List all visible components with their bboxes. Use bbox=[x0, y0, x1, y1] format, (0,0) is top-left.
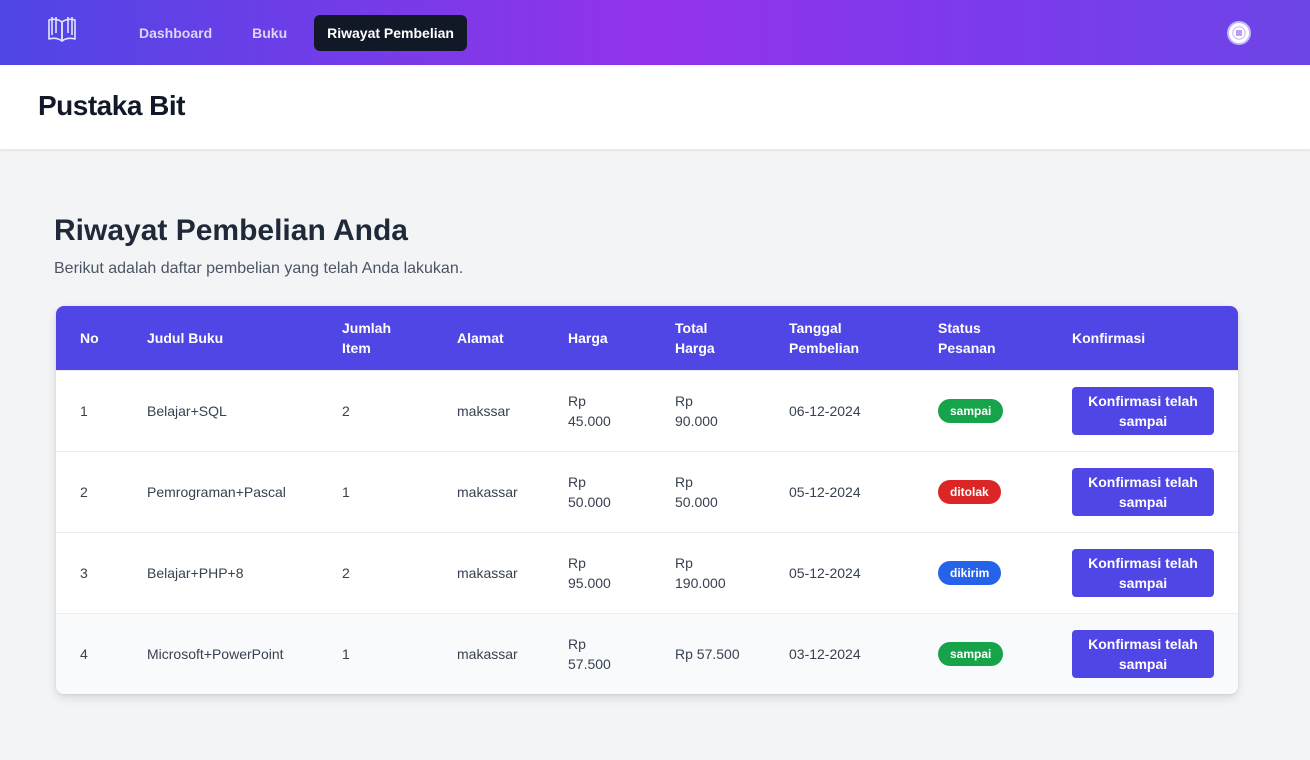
status-cell: sampai bbox=[914, 613, 1048, 694]
total-price: Rp 57.500 bbox=[675, 645, 740, 662]
row-number: 4 bbox=[80, 645, 88, 662]
column-header-status-pesanan: Status Pesanan bbox=[938, 319, 996, 356]
open-book-icon[interactable] bbox=[46, 15, 78, 45]
action-cell: Konfirmasi telah sampai bbox=[1048, 532, 1238, 613]
price: Rp 95.000 bbox=[568, 554, 611, 591]
row-number: 3 bbox=[80, 564, 88, 581]
address: makassar bbox=[457, 564, 518, 581]
action-cell: Konfirmasi telah sampai bbox=[1048, 370, 1238, 451]
action-cell: Konfirmasi telah sampai bbox=[1048, 451, 1238, 532]
nav-links: Dashboard Buku Riwayat Pembelian bbox=[126, 15, 481, 51]
total-price: Rp 50.000 bbox=[675, 473, 718, 510]
column-header-judul-buku: Judul Buku bbox=[147, 329, 224, 346]
nav-item-riwayat-pembelian[interactable]: Riwayat Pembelian bbox=[314, 15, 467, 51]
status-badge: sampai bbox=[938, 398, 1004, 423]
item-quantity: 1 bbox=[342, 645, 350, 662]
total-price: Rp 190.000 bbox=[675, 554, 726, 591]
table-row: 1 Belajar+SQL 2 makssar Rp 45.000 Rp 90.000 06-1… bbox=[56, 370, 1238, 451]
column-header-total-harga: Total Harga bbox=[675, 319, 715, 356]
column-header-konfirmasi: Konfirmasi bbox=[1072, 329, 1146, 346]
top-navbar: Dashboard Buku Riwayat Pembelian bbox=[0, 0, 1310, 65]
page-title: Riwayat Pembelian Anda bbox=[54, 214, 408, 247]
status-badge: sampai bbox=[938, 641, 1004, 666]
row-number: 2 bbox=[80, 483, 88, 500]
table-body: 1 Belajar+SQL 2 makssar Rp 45.000 Rp 90.000 06-1… bbox=[56, 370, 1238, 694]
book-title: Pemrograman+Pascal bbox=[147, 483, 286, 500]
price: Rp 57.500 bbox=[568, 635, 611, 672]
purchase-date: 05-12-2024 bbox=[789, 564, 861, 581]
column-header-no: No bbox=[80, 329, 99, 346]
status-badge: ditolak bbox=[938, 479, 1001, 504]
status-badge: dikirim bbox=[938, 560, 1002, 585]
address: makssar bbox=[457, 402, 510, 419]
purchase-date: 05-12-2024 bbox=[789, 483, 861, 500]
purchase-history-table: No Judul Buku Jumlah Item Alamat Harga Total Ha… bbox=[56, 306, 1238, 694]
book-title: Microsoft+PowerPoint bbox=[147, 645, 284, 662]
address: makassar bbox=[457, 483, 518, 500]
page-header: Pustaka Bit bbox=[0, 65, 1310, 150]
table-row: 3 Belajar+PHP+8 2 makassar Rp 95.000 Rp 190.000… bbox=[56, 532, 1238, 613]
item-quantity: 2 bbox=[342, 564, 350, 581]
column-header-tanggal-pembelian: Tanggal Pembelian bbox=[789, 319, 860, 356]
item-quantity: 1 bbox=[342, 483, 350, 500]
address: makassar bbox=[457, 645, 518, 662]
purchase-history-card: No Judul Buku Jumlah Item Alamat Harga Total Ha… bbox=[56, 306, 1238, 694]
confirm-arrival-button[interactable]: Konfirmasi telah sampai bbox=[1072, 467, 1214, 516]
status-cell: dikirim bbox=[914, 532, 1048, 613]
row-number: 1 bbox=[80, 402, 88, 419]
action-cell: Konfirmasi telah sampai bbox=[1048, 613, 1238, 694]
brand-title: Pustaka Bit bbox=[38, 90, 186, 121]
total-price: Rp 90.000 bbox=[675, 392, 718, 429]
book-title: Belajar+PHP+8 bbox=[147, 564, 244, 581]
book-title: Belajar+SQL bbox=[147, 402, 227, 419]
page-subtitle: Berikut adalah daftar pembelian yang tel… bbox=[54, 260, 464, 277]
menu-icon bbox=[1232, 26, 1246, 40]
confirm-arrival-button[interactable]: Konfirmasi telah sampai bbox=[1072, 386, 1214, 435]
price: Rp 45.000 bbox=[568, 392, 611, 429]
nav-item-dashboard[interactable]: Dashboard bbox=[126, 15, 225, 51]
table-row: 2 Pemrograman+Pascal 1 makassar Rp 50.000 Rp 50… bbox=[56, 451, 1238, 532]
user-menu-button[interactable] bbox=[1227, 21, 1251, 45]
status-cell: ditolak bbox=[914, 451, 1048, 532]
confirm-arrival-button[interactable]: Konfirmasi telah sampai bbox=[1072, 629, 1214, 678]
column-header-alamat: Alamat bbox=[457, 329, 504, 346]
table-header-row: No Judul Buku Jumlah Item Alamat Harga Total Ha… bbox=[56, 306, 1238, 370]
purchase-date: 03-12-2024 bbox=[789, 645, 861, 662]
item-quantity: 2 bbox=[342, 402, 350, 419]
table-row: 4 Microsoft+PowerPoint 1 makassar Rp 57.500 Rp… bbox=[56, 613, 1238, 694]
status-cell: sampai bbox=[914, 370, 1048, 451]
nav-item-buku[interactable]: Buku bbox=[239, 15, 300, 51]
price: Rp 50.000 bbox=[568, 473, 611, 510]
column-header-harga: Harga bbox=[568, 329, 608, 346]
purchase-date: 06-12-2024 bbox=[789, 402, 861, 419]
confirm-arrival-button[interactable]: Konfirmasi telah sampai bbox=[1072, 548, 1214, 597]
column-header-jumlah-item: Jumlah Item bbox=[342, 319, 392, 356]
